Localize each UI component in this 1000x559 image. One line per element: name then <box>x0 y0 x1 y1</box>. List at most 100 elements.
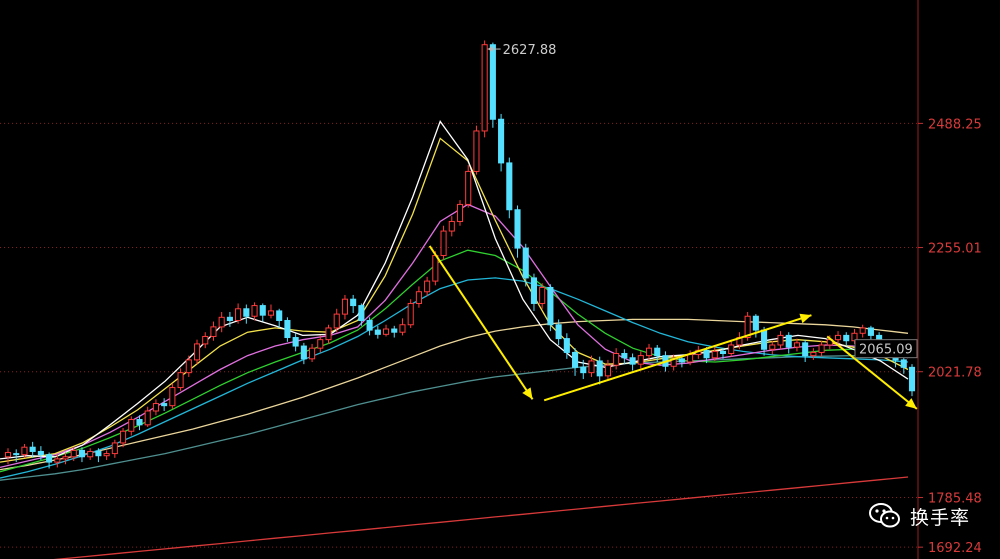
candles <box>4 40 916 469</box>
candle-body <box>456 203 464 222</box>
candle-body <box>29 446 36 452</box>
candle-body <box>78 449 86 458</box>
candle-body <box>843 334 850 342</box>
candle-body <box>292 337 299 347</box>
candle-body <box>152 403 159 412</box>
candle-body <box>399 324 406 333</box>
candle-body <box>465 170 472 205</box>
candle-body <box>473 130 480 172</box>
candle-body <box>62 456 69 460</box>
candle-body <box>506 162 513 211</box>
candle-body <box>87 450 94 458</box>
candle-body <box>333 313 340 329</box>
candle-body <box>235 308 242 321</box>
tick-label: 1692.24 <box>928 541 982 556</box>
candle-body <box>210 326 217 337</box>
candle-body <box>785 334 792 348</box>
candle-body <box>572 351 579 368</box>
candle-body <box>687 354 694 363</box>
candle-body <box>325 327 332 341</box>
candle-body <box>596 360 603 377</box>
tick-label: 2021.78 <box>928 366 982 381</box>
ma250-line <box>0 353 909 481</box>
candle-body <box>374 329 381 335</box>
candle-body <box>555 324 562 340</box>
candle-body <box>415 291 422 304</box>
candle-body <box>489 44 496 120</box>
candle-body <box>185 359 192 374</box>
candle-body <box>514 209 521 249</box>
tick-label: 2255.01 <box>928 242 982 257</box>
candle-body <box>432 255 439 282</box>
candle-body <box>588 360 595 374</box>
candle-body <box>259 305 266 316</box>
candle-body <box>120 430 127 444</box>
candle-body <box>218 316 225 328</box>
candle-body <box>358 305 365 321</box>
trend-arrow-head <box>799 313 812 324</box>
moving-average-lines <box>0 120 909 559</box>
candle-body <box>539 286 546 304</box>
candle-body <box>37 450 44 456</box>
candle-body <box>834 334 842 341</box>
candle-body <box>243 308 250 317</box>
candle-body <box>103 453 110 457</box>
candle-body <box>621 353 628 359</box>
candle-body <box>629 357 636 365</box>
price-axis: 2488.252255.012021.781785.481692.24 <box>917 0 982 559</box>
candle-body <box>810 351 817 357</box>
candle-body <box>859 327 866 334</box>
candle-body <box>169 387 176 407</box>
candle-body <box>13 453 20 456</box>
candle-body <box>728 344 735 355</box>
candle-body <box>128 419 135 432</box>
candle-body <box>300 345 307 360</box>
candle-body <box>276 310 283 321</box>
candle-body <box>341 298 348 315</box>
candlestick-chart: 2627.882065.09 2488.252255.012021.781785… <box>0 0 982 559</box>
trend-arrow-head <box>522 387 533 400</box>
candle-body <box>481 44 488 132</box>
candle-body <box>366 319 373 331</box>
candle-body <box>719 350 727 355</box>
candle-body <box>284 319 291 339</box>
candle-body <box>645 347 653 357</box>
candle-body <box>867 327 874 336</box>
candle-body <box>637 355 644 365</box>
candle-body <box>752 315 759 331</box>
candle-body <box>21 446 28 456</box>
candle-body <box>604 364 611 377</box>
candle-body <box>908 366 916 392</box>
candle-body <box>111 442 118 455</box>
candle-body <box>900 359 907 368</box>
candle-body <box>711 350 718 359</box>
candle-body <box>818 344 825 353</box>
ma10-line <box>0 137 909 463</box>
candle-body <box>802 342 809 357</box>
candle-body <box>769 344 776 350</box>
candle-body <box>309 347 316 360</box>
candle-body <box>761 329 768 350</box>
candle-body <box>391 328 398 333</box>
candle-body <box>793 342 800 348</box>
candle-body <box>522 247 529 279</box>
candle-body <box>177 372 184 389</box>
ma5-line <box>0 120 909 460</box>
candle-body <box>613 353 620 366</box>
tick-label: 2488.25 <box>928 117 982 132</box>
candle-body <box>4 452 12 458</box>
candle-body <box>136 419 143 426</box>
watermark: 换手率 <box>868 501 970 531</box>
candle-body <box>251 305 258 317</box>
candle-body <box>267 310 275 316</box>
candle-body <box>46 454 53 463</box>
candle-body <box>498 118 505 164</box>
trend-arrows <box>428 245 918 410</box>
last-price-label: 2065.09 <box>859 343 913 358</box>
candle-body <box>70 449 77 458</box>
candle-body <box>563 338 570 353</box>
candle-body <box>382 328 390 335</box>
candle-body <box>317 339 324 349</box>
ma20-line <box>0 203 909 469</box>
candle-body <box>407 302 414 326</box>
